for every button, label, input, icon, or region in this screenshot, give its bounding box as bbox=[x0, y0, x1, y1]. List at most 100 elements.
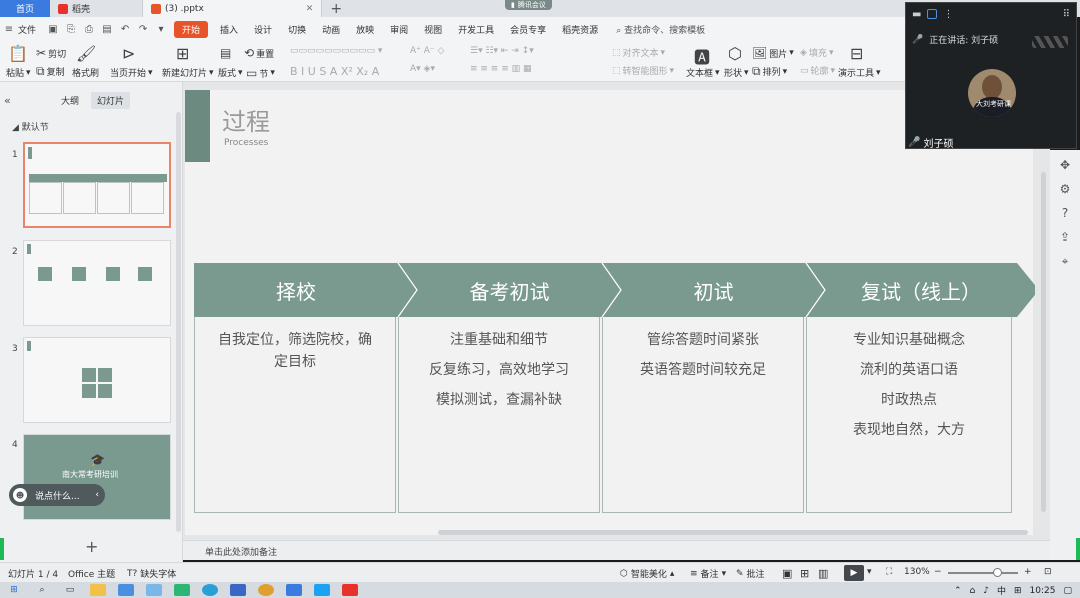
step-body-4[interactable]: 专业知识基础概念 流利的英语口语 时政热点 表现地自然，大方 bbox=[806, 317, 1012, 513]
chevron-down-icon[interactable]: ▾ bbox=[867, 567, 872, 577]
drag-handle-icon[interactable]: ⠿ bbox=[1063, 9, 1070, 20]
step-header-4[interactable]: 复试（线上） bbox=[825, 263, 1017, 317]
notification-icon[interactable]: ▢ bbox=[1063, 586, 1072, 596]
play-slideshow-button[interactable]: ▶ bbox=[844, 565, 864, 581]
ime-mode-icon[interactable]: ⊞ bbox=[1014, 586, 1022, 596]
menu-transition[interactable]: 切换 bbox=[280, 23, 314, 36]
more-icon[interactable]: ⋮ bbox=[943, 9, 953, 20]
menu-start[interactable]: 开始 bbox=[174, 21, 209, 38]
wps-icon[interactable] bbox=[342, 584, 358, 596]
copy-button[interactable]: ⧉ 复制 bbox=[36, 64, 65, 79]
collapse-icon[interactable]: ▬ bbox=[912, 9, 921, 20]
zoom-out-icon[interactable]: − bbox=[934, 567, 942, 577]
chrome-icon[interactable] bbox=[258, 584, 274, 596]
play-from-current-icon[interactable]: ⊳ bbox=[122, 44, 135, 63]
sorter-view-icon[interactable]: ⊞ bbox=[800, 567, 809, 580]
comments-toggle[interactable]: ✎ 批注 bbox=[736, 567, 765, 581]
notes-field[interactable]: 单击此处添加备注 bbox=[183, 540, 1050, 560]
menu-review[interactable]: 审阅 bbox=[382, 23, 416, 36]
step-header-2[interactable]: 备考初试 bbox=[417, 263, 602, 317]
close-icon[interactable]: ✕ bbox=[306, 4, 314, 14]
font-style-buttons[interactable]: B I U S A X² X₂ A bbox=[290, 65, 379, 78]
zoom-slider[interactable] bbox=[948, 568, 1018, 577]
windows-start-icon[interactable]: ⊞ bbox=[6, 584, 22, 596]
export-icon[interactable]: ⇪ bbox=[1050, 230, 1080, 246]
edge-icon[interactable] bbox=[202, 584, 218, 596]
volume-icon[interactable]: ♪ bbox=[983, 586, 989, 596]
menu-animation[interactable]: 动画 bbox=[314, 23, 348, 36]
font-size-controls[interactable]: A⁺ A⁻ ◇ bbox=[410, 46, 444, 56]
slide-thumbnail-2[interactable] bbox=[23, 240, 171, 326]
format-painter-icon[interactable]: 🖌 bbox=[76, 44, 96, 63]
arrange-button[interactable]: ⧉ 排列 ▾ bbox=[752, 64, 787, 79]
step-header-1[interactable]: 择校 bbox=[194, 263, 398, 317]
notes-toggle[interactable]: ≡ 备注 ▾ bbox=[690, 567, 726, 581]
shape-icon[interactable]: ⬡ bbox=[728, 44, 742, 63]
export-icon[interactable]: ⎘ bbox=[65, 24, 77, 36]
step-body-3[interactable]: 管综答题时间紧张 英语答题时间较充足 bbox=[602, 317, 804, 513]
vertical-scrollbar[interactable] bbox=[1041, 172, 1046, 512]
tab-outline[interactable]: 大纲 bbox=[55, 92, 85, 109]
print-icon[interactable]: ⎙ bbox=[83, 24, 95, 36]
undo-icon[interactable]: ↶ bbox=[119, 24, 131, 36]
normal-view-icon[interactable]: ▣ bbox=[782, 567, 792, 580]
app-icon[interactable] bbox=[314, 584, 330, 596]
file-explorer-icon[interactable] bbox=[90, 584, 106, 596]
paste-label[interactable]: 粘贴 ▾ bbox=[6, 66, 31, 80]
new-slide-button[interactable]: 新建幻灯片 ▾ bbox=[162, 66, 214, 80]
zoom-level[interactable]: 130% bbox=[904, 567, 930, 577]
section-header[interactable]: ◢ 默认节 bbox=[12, 120, 49, 133]
meeting-indicator[interactable]: ▮ 腾讯会议 bbox=[505, 0, 552, 10]
ime-indicator[interactable]: 中 bbox=[997, 584, 1006, 597]
settings-icon[interactable]: ⚙ bbox=[1050, 182, 1080, 198]
clock[interactable]: 10:25 bbox=[1030, 586, 1056, 596]
tab-docer[interactable]: 稻壳 bbox=[50, 0, 144, 17]
help-icon[interactable]: ? bbox=[1050, 206, 1080, 222]
task-view-icon[interactable]: ▭ bbox=[62, 584, 78, 596]
slide-thumbnail-3[interactable] bbox=[23, 337, 171, 423]
outline-button[interactable]: ▭ 轮廓 ▾ bbox=[800, 64, 835, 78]
shape-button[interactable]: 形状 ▾ bbox=[724, 66, 749, 80]
fit-window-icon[interactable]: ⛶ bbox=[886, 567, 892, 577]
play-from-current-button[interactable]: 当页开始 ▾ bbox=[110, 66, 153, 80]
pin-icon[interactable]: ✥ bbox=[1050, 158, 1080, 174]
textbox-icon[interactable]: 🅰 bbox=[694, 44, 710, 68]
add-slide-plus-icon[interactable]: + bbox=[85, 537, 98, 556]
command-search[interactable]: ⌕ 查找命令、搜索模板 bbox=[606, 23, 705, 36]
new-tab-plus-icon[interactable]: + bbox=[322, 1, 350, 17]
present-tool-icon[interactable]: ⊟ bbox=[850, 44, 863, 63]
menu-file[interactable]: 文件 bbox=[18, 23, 44, 36]
reset-button[interactable]: ⟲ 重置 bbox=[244, 46, 274, 60]
menu-view[interactable]: 视图 bbox=[416, 23, 450, 36]
app-icon[interactable] bbox=[174, 584, 190, 596]
hamburger-icon[interactable]: ≡ bbox=[3, 24, 15, 36]
zoom-in-icon[interactable]: + bbox=[1024, 567, 1032, 577]
collapse-panel-icon[interactable]: « bbox=[4, 94, 11, 107]
app-icon[interactable] bbox=[230, 584, 246, 596]
tab-slides[interactable]: 幻灯片 bbox=[91, 92, 131, 109]
font-name-select[interactable]: ▭▭▭▭▭▭▭▭▭▭ ▾ bbox=[290, 46, 382, 56]
fill-button[interactable]: ◈ 填充 ▾ bbox=[800, 46, 833, 60]
menu-design[interactable]: 设计 bbox=[246, 23, 280, 36]
panel-scrollbar[interactable] bbox=[176, 112, 181, 532]
layout-button[interactable]: 版式 ▾ bbox=[218, 66, 243, 80]
slide-thumbnail-4[interactable]: 🎓 南大常考研培训 bbox=[23, 434, 171, 520]
horizontal-scrollbar[interactable] bbox=[438, 530, 1028, 535]
section-button[interactable]: ▭ 节 ▾ bbox=[246, 66, 275, 80]
step-body-2[interactable]: 注重基础和细节 反复练习，高效地学习 模拟测试，查漏补缺 bbox=[398, 317, 600, 513]
layout-icon[interactable] bbox=[927, 9, 938, 19]
picture-button[interactable]: 🖼 图片 ▾ bbox=[752, 46, 794, 60]
format-painter-button[interactable]: 格式刷 bbox=[72, 66, 99, 79]
reading-view-icon[interactable]: ▥ bbox=[818, 567, 828, 580]
menu-insert[interactable]: 插入 bbox=[212, 23, 246, 36]
align-text-button[interactable]: ⬚ 对齐文本 ▾ bbox=[612, 46, 665, 60]
app-icon[interactable] bbox=[146, 584, 162, 596]
cut-button[interactable]: ✂ 剪切 bbox=[36, 46, 66, 60]
current-slide[interactable]: 过程 Processes 择校 备考初试 初试 复试（线上） 自我定位，筛选院校… bbox=[185, 90, 1035, 535]
align-buttons[interactable]: ≡ ≡ ≡ ≡ ▥ ▦ bbox=[470, 64, 531, 74]
zoom-knob[interactable] bbox=[993, 568, 1002, 577]
convert-smartart-button[interactable]: ⬚ 转智能图形 ▾ bbox=[612, 64, 674, 78]
save-icon[interactable]: ▣ bbox=[47, 24, 59, 36]
menu-member[interactable]: 会员专享 bbox=[502, 23, 554, 36]
present-tool-button[interactable]: 演示工具 ▾ bbox=[838, 66, 881, 80]
